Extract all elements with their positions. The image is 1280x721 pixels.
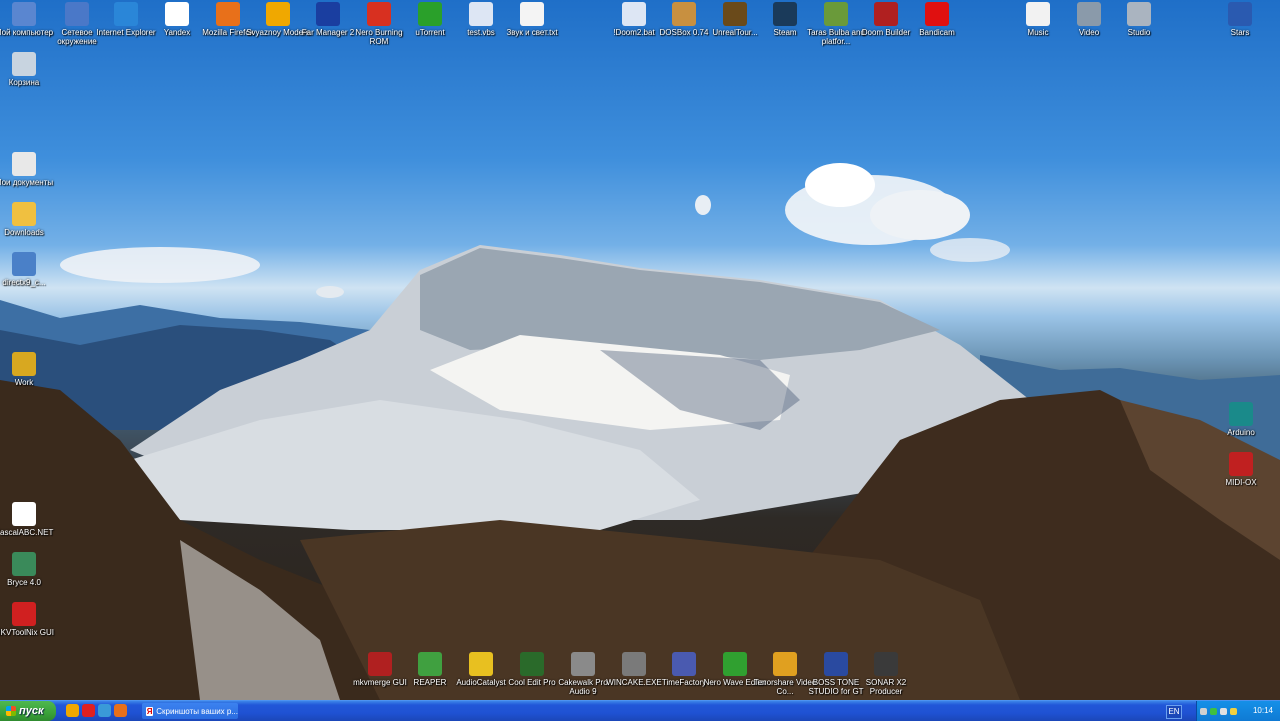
cakewalk-icon bbox=[571, 652, 595, 676]
installer-icon bbox=[12, 252, 36, 276]
ie-icon bbox=[114, 2, 138, 26]
start-button[interactable]: пуск bbox=[0, 701, 56, 721]
recycle-bin-icon bbox=[12, 52, 36, 76]
desktop-shortcut[interactable]: Корзина bbox=[0, 52, 56, 87]
windows-logo-icon bbox=[6, 706, 16, 716]
nero-icon bbox=[367, 2, 391, 26]
computer-icon bbox=[12, 2, 36, 26]
stars-icon bbox=[1228, 2, 1252, 26]
taskbar: пуск Я Скриншоты ваших р... EN 10:14 bbox=[0, 700, 1280, 721]
desktop-shortcut[interactable]: Bryce 4.0 bbox=[0, 552, 56, 587]
tray-app-icon[interactable] bbox=[1230, 707, 1237, 715]
desktop-shortcut[interactable]: Arduino bbox=[1209, 402, 1273, 437]
shortcut-label: Work bbox=[14, 378, 34, 387]
nero-wave-icon bbox=[723, 652, 747, 676]
desktop-shortcut[interactable]: MKVToolNix GUI bbox=[0, 602, 56, 637]
system-tray: 10:14 bbox=[1196, 701, 1280, 721]
shortcut-label: Bandicam bbox=[919, 28, 955, 37]
desktop-shortcut[interactable]: Stars bbox=[1208, 2, 1272, 37]
studio-folder-icon bbox=[1127, 2, 1151, 26]
taras-icon bbox=[824, 2, 848, 26]
bandicam-icon bbox=[925, 2, 949, 26]
language-indicator[interactable]: EN bbox=[1166, 705, 1182, 719]
mkvtoolnix-icon bbox=[12, 602, 36, 626]
timefactory-icon bbox=[672, 652, 696, 676]
tenorshare-icon bbox=[773, 652, 797, 676]
my-documents-icon bbox=[12, 152, 36, 176]
start-label: пуск bbox=[19, 705, 44, 717]
modem-icon[interactable] bbox=[66, 704, 79, 717]
audiocatalyst-icon bbox=[469, 652, 493, 676]
yandex-icon[interactable] bbox=[82, 704, 95, 717]
text-file-icon bbox=[520, 2, 544, 26]
yandex-icon bbox=[165, 2, 189, 26]
tray-status-icon[interactable] bbox=[1210, 707, 1217, 715]
desktop-shortcut[interactable]: MIDI-OX bbox=[1209, 452, 1273, 487]
desktop-shortcut[interactable]: SONAR X2 Producer bbox=[854, 652, 918, 696]
firefox-icon[interactable] bbox=[114, 704, 127, 717]
ie-icon[interactable] bbox=[98, 704, 111, 717]
pascal-icon bbox=[12, 502, 36, 526]
mountain-landscape bbox=[0, 163, 1280, 700]
shortcut-label: Мои документы bbox=[0, 178, 54, 187]
video-folder-icon bbox=[1077, 2, 1101, 26]
key-icon bbox=[12, 352, 36, 376]
firefox-icon bbox=[216, 2, 240, 26]
shortcut-label: Корзина bbox=[8, 78, 40, 87]
desktop-shortcut[interactable]: Studio bbox=[1107, 2, 1171, 37]
shortcut-label: MIDI-OX bbox=[1225, 478, 1257, 487]
modem-icon bbox=[266, 2, 290, 26]
arduino-icon bbox=[1229, 402, 1253, 426]
tray-network-icon[interactable] bbox=[1200, 707, 1207, 715]
taskbar-window-label: Скриншоты ваших р... bbox=[156, 706, 238, 716]
desktop-wallpaper bbox=[0, 0, 1280, 720]
folder-icon bbox=[12, 202, 36, 226]
mkvmerge-icon bbox=[368, 652, 392, 676]
shortcut-label: PascalABC.NET bbox=[0, 528, 54, 537]
desktop-shortcut[interactable]: Bandicam bbox=[905, 2, 969, 37]
shortcut-label: Studio bbox=[1127, 28, 1151, 37]
desktop-shortcut[interactable]: Downloads bbox=[0, 202, 56, 237]
doom-builder-icon bbox=[874, 2, 898, 26]
yandex-icon: Я bbox=[146, 706, 154, 716]
wincake-icon bbox=[622, 652, 646, 676]
cooledit-icon bbox=[520, 652, 544, 676]
desktop-shortcut[interactable]: Work bbox=[0, 352, 56, 387]
taskbar-window-button[interactable]: Я Скриншоты ваших р... bbox=[142, 703, 238, 719]
script-icon bbox=[469, 2, 493, 26]
shortcut-label: Downloads bbox=[4, 228, 44, 237]
steam-icon bbox=[773, 2, 797, 26]
desktop-shortcut[interactable]: PascalABC.NET bbox=[0, 502, 56, 537]
network-icon bbox=[65, 2, 89, 26]
desktop-shortcut[interactable]: directx9_c... bbox=[0, 252, 56, 287]
sonar-icon bbox=[874, 652, 898, 676]
music-file-icon bbox=[1026, 2, 1050, 26]
reaper-icon bbox=[418, 652, 442, 676]
unreal-icon bbox=[723, 2, 747, 26]
midiox-icon bbox=[1229, 452, 1253, 476]
clock[interactable]: 10:14 bbox=[1253, 706, 1273, 715]
bryce-icon bbox=[12, 552, 36, 576]
boss-icon bbox=[824, 652, 848, 676]
utorrent-icon bbox=[418, 2, 442, 26]
shortcut-label: Звук и свет.txt bbox=[506, 28, 558, 37]
shortcut-label: Arduino bbox=[1227, 428, 1255, 437]
desktop-shortcut[interactable]: Звук и свет.txt bbox=[500, 2, 564, 37]
shortcut-label: MKVToolNix GUI bbox=[0, 628, 54, 637]
shortcut-label: directx9_c... bbox=[2, 278, 46, 287]
tray-volume-icon[interactable] bbox=[1220, 707, 1227, 715]
shortcut-label: SONAR X2 Producer bbox=[865, 678, 907, 696]
shortcut-label: Bryce 4.0 bbox=[7, 578, 41, 587]
batch-file-icon bbox=[622, 2, 646, 26]
shortcut-label: Stars bbox=[1230, 28, 1250, 37]
dosbox-icon bbox=[672, 2, 696, 26]
desktop-shortcut[interactable]: Мои документы bbox=[0, 152, 56, 187]
far-icon bbox=[316, 2, 340, 26]
